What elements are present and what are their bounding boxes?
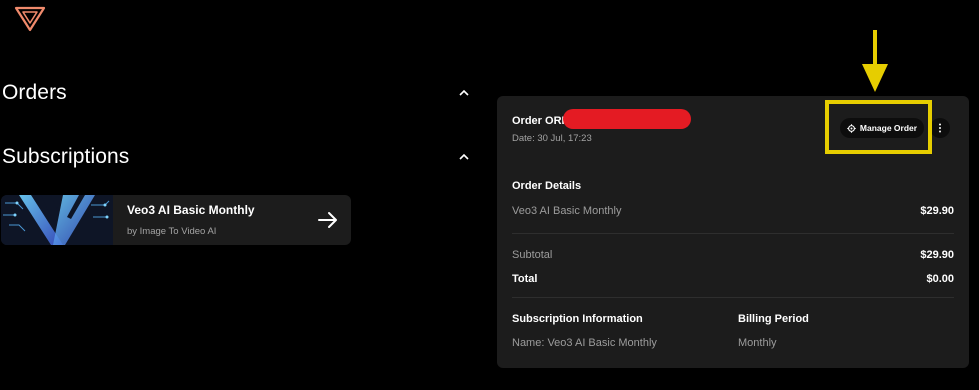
orders-heading: Orders <box>2 81 67 104</box>
annotation-arrow-icon <box>862 30 888 92</box>
subscriptions-collapse-chevron-icon[interactable] <box>457 152 471 162</box>
orders-collapse-chevron-icon[interactable] <box>457 88 471 98</box>
subscription-info-heading: Subscription Information <box>512 313 643 325</box>
subscription-thumbnail <box>1 195 113 245</box>
subtotal-value: $29.90 <box>920 249 954 261</box>
subscription-name: Veo3 AI Basic Monthly <box>127 203 255 217</box>
redaction-mark <box>563 109 691 129</box>
order-date: Date: 30 Jul, 17:23 <box>512 133 592 144</box>
divider <box>512 297 954 298</box>
total-label: Total <box>512 273 538 285</box>
divider <box>512 233 954 234</box>
subscription-name-value: Name: Veo3 AI Basic Monthly <box>512 337 657 349</box>
line-item-name: Veo3 AI Basic Monthly <box>512 205 622 217</box>
order-details-heading: Order Details <box>512 180 582 192</box>
total-value: $0.00 <box>926 273 954 285</box>
billing-period-heading: Billing Period <box>738 313 809 325</box>
subtotal-label: Subtotal <box>512 249 553 261</box>
subscriptions-heading: Subscriptions <box>2 145 130 168</box>
subscription-provider: by Image To Video AI <box>127 226 217 237</box>
annotation-highlight-box <box>825 100 932 154</box>
line-item-price: $29.90 <box>920 205 954 217</box>
kebab-menu-icon <box>939 123 941 133</box>
arrow-right-icon[interactable] <box>318 211 338 229</box>
more-options-button[interactable] <box>930 118 950 138</box>
brand-logo <box>14 6 46 32</box>
subscription-card[interactable]: Veo3 AI Basic Monthly by Image To Video … <box>1 195 351 245</box>
order-title: Order ORI <box>512 115 565 127</box>
billing-period-value: Monthly <box>738 337 777 349</box>
